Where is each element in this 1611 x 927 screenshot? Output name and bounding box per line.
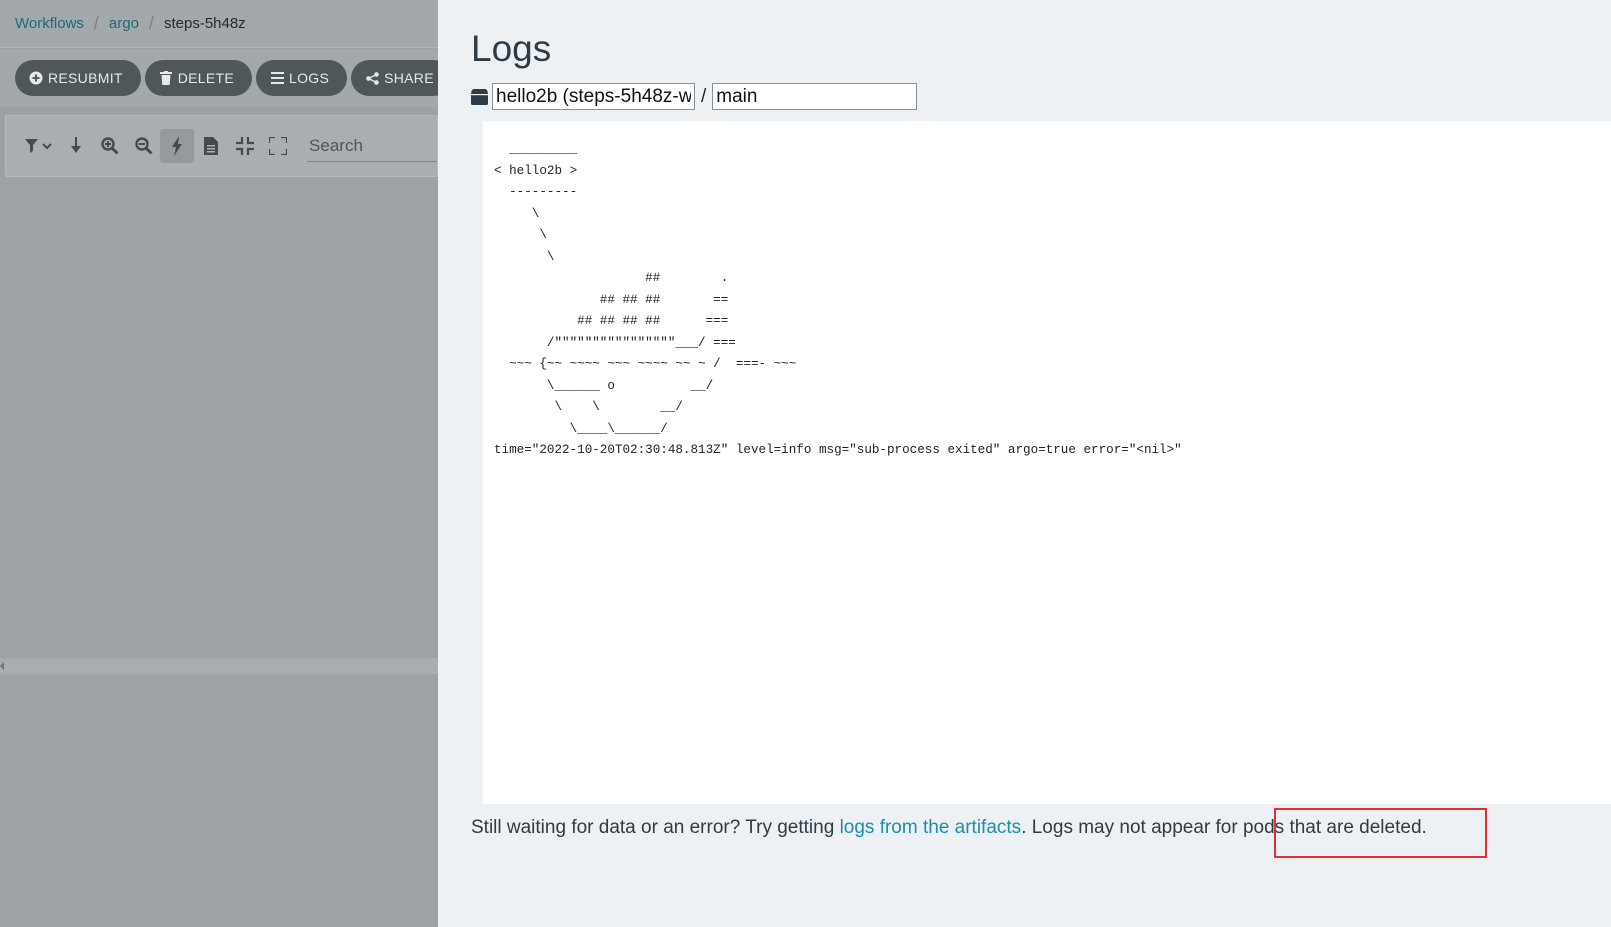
log-line: \ \ __/ — [554, 400, 683, 414]
log-line: --------- — [509, 185, 578, 199]
log-viewer[interactable]: _________ < hello2b > --------- \ \ \ ##… — [483, 121, 1611, 804]
collapse-button[interactable] — [228, 129, 262, 163]
share-label: SHARE — [384, 70, 434, 86]
filter-dropdown-button[interactable] — [20, 129, 60, 163]
graph-search-input[interactable] — [307, 130, 438, 162]
delete-label: DELETE — [177, 70, 235, 86]
log-line: /""""""""""""""""___/ === — [546, 335, 736, 350]
breadcrumb-current: steps-5h48z — [163, 15, 246, 32]
trash-icon — [159, 71, 173, 85]
log-source-selector: / — [471, 83, 918, 110]
zoom-in-icon — [101, 137, 119, 155]
footer-text-before: Still waiting for data or an error? Try … — [471, 817, 840, 838]
logs-label: LOGS — [289, 70, 330, 86]
logs-footer-note: Still waiting for data or an error? Try … — [471, 817, 1427, 839]
workflow-action-bar: RESUBMIT DELETE LOGS SHARE — [0, 49, 452, 107]
logs-button[interactable]: LOGS — [256, 60, 348, 96]
zoom-out-button[interactable] — [127, 129, 161, 163]
download-icon — [71, 137, 82, 153]
logs-panel: Logs / _________ < hello2b > --------- \… — [438, 0, 1611, 927]
graph-toolbar — [5, 115, 438, 177]
log-line: \____\______/ — [569, 421, 668, 436]
arrow-left-icon — [0, 662, 4, 670]
document-button[interactable] — [194, 129, 228, 163]
workflow-graph-pane: Workflows / argo / steps-5h48z RESUBMIT … — [0, 0, 452, 927]
zoom-out-icon — [134, 137, 153, 155]
share-icon — [365, 71, 379, 85]
collapse-icon — [235, 137, 254, 155]
breadcrumb-workflows[interactable]: Workflows — [15, 15, 84, 32]
selector-separator: / — [701, 85, 707, 107]
resubmit-button[interactable]: RESUBMIT — [15, 60, 141, 96]
log-line: \ — [546, 249, 555, 264]
log-line: < hello2b > — [494, 163, 578, 178]
document-icon — [203, 137, 218, 155]
plus-circle-icon — [29, 71, 43, 85]
expand-button[interactable] — [261, 129, 295, 163]
download-button[interactable] — [60, 129, 94, 163]
log-line: ## ## ## == — [599, 292, 729, 307]
pod-select[interactable] — [492, 83, 695, 110]
breadcrumb: Workflows / argo / steps-5h48z — [0, 0, 438, 48]
zoom-in-button[interactable] — [93, 129, 127, 163]
resubmit-label: RESUBMIT — [48, 70, 123, 86]
log-line: \______ o __/ — [546, 378, 714, 393]
filter-icon — [24, 139, 52, 153]
breadcrumb-namespace[interactable]: argo — [109, 15, 139, 32]
breadcrumb-separator: / — [148, 13, 154, 33]
expand-icon — [269, 137, 288, 155]
log-text: _________ < hello2b > --------- \ \ \ ##… — [483, 121, 1611, 462]
list-icon — [270, 71, 284, 85]
log-line: ## ## ## ## === — [577, 314, 729, 328]
artifact-logs-link[interactable]: logs from the artifacts — [840, 817, 1022, 838]
lightning-icon — [172, 136, 183, 156]
fast-mode-toggle[interactable] — [160, 129, 195, 163]
share-button[interactable]: SHARE — [351, 60, 452, 96]
breadcrumb-separator: / — [93, 13, 99, 33]
log-line: \ — [531, 206, 540, 221]
log-line: \ — [539, 228, 547, 242]
footer-text-after: . Logs may not appear for pods that are … — [1021, 817, 1427, 838]
box-icon — [471, 89, 488, 105]
log-line: ~~~ {~~ ~~~~ ~~~ ~~~~ ~~ ~ / ===- ~~~ — [509, 357, 797, 371]
log-line: ## . — [645, 271, 729, 285]
container-input[interactable] — [712, 83, 918, 110]
delete-button[interactable]: DELETE — [144, 60, 253, 96]
log-line: _________ — [509, 142, 578, 156]
split-resize-handle[interactable] — [0, 658, 438, 674]
log-line: time="2022-10-20T02:30:48.813Z" level=in… — [494, 443, 1182, 457]
page-title: Logs — [471, 28, 552, 69]
